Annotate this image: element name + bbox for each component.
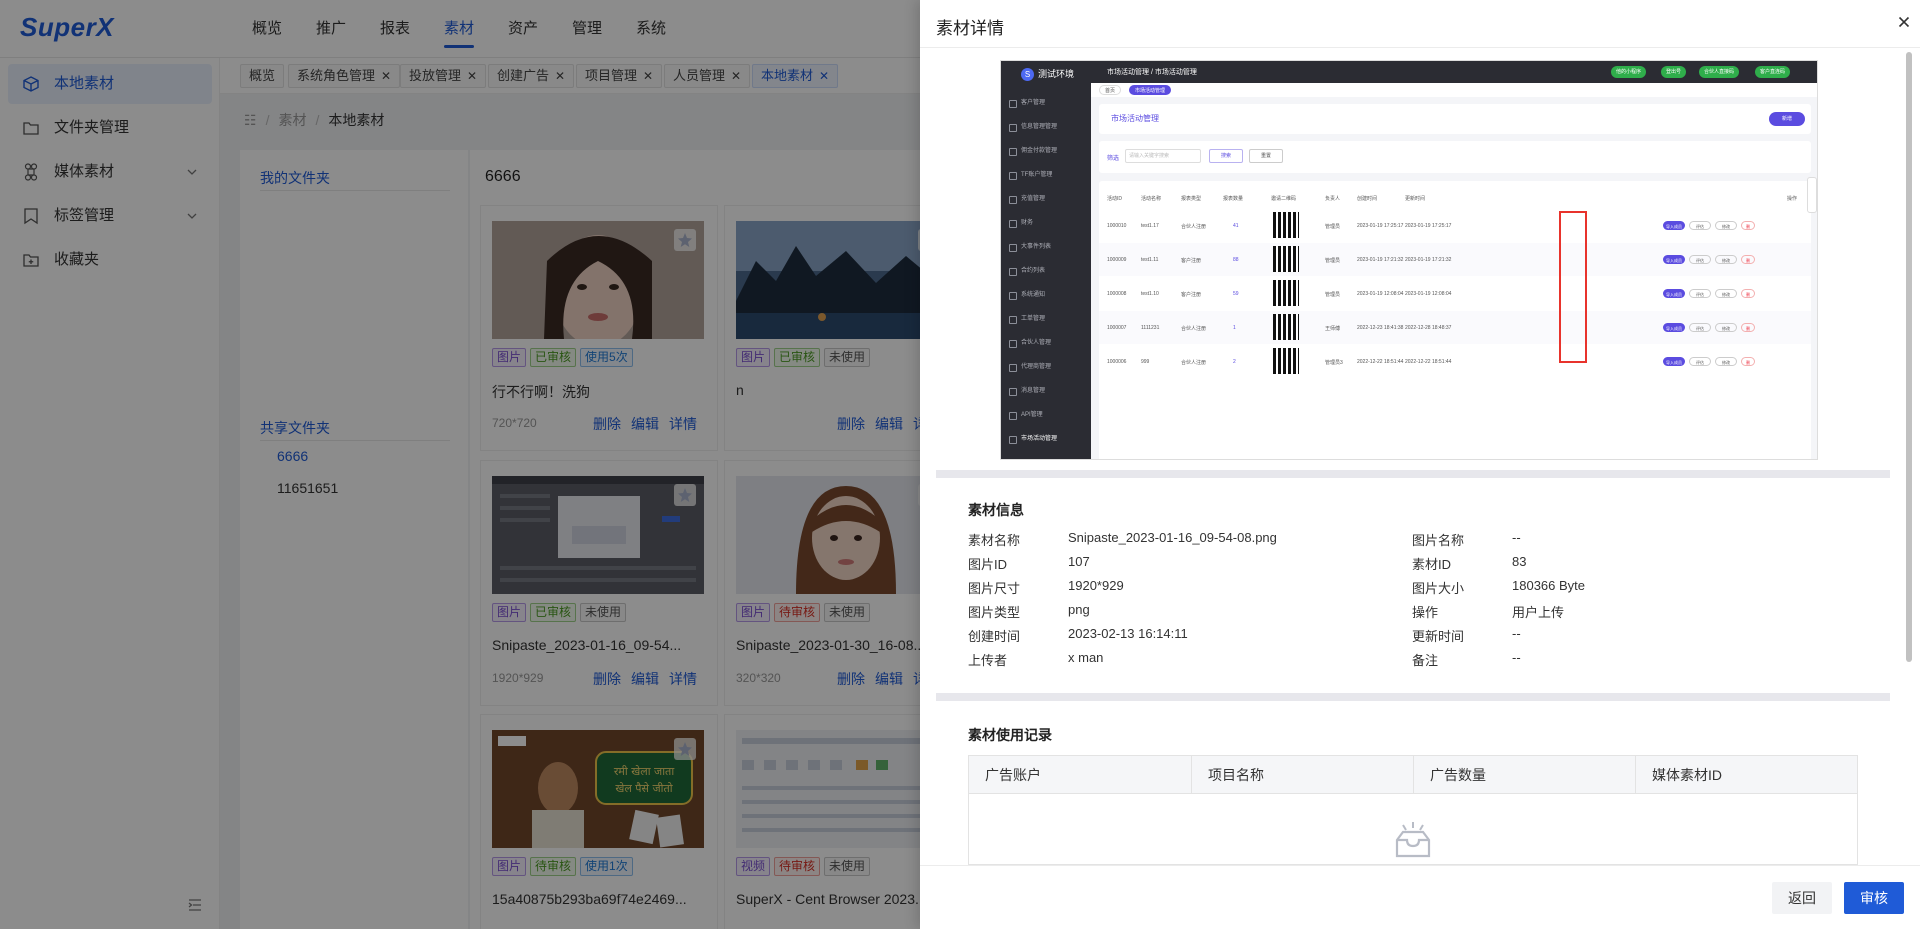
preview-col: 活动名称 <box>1141 196 1162 202</box>
modal-overlay[interactable] <box>0 0 920 929</box>
preview-topbar: 市场活动管理 / 市场活动管理 他的小程序 登出号 合伙人直接码 客户直连码 <box>1091 61 1817 83</box>
usage-section-title: 素材使用记录 <box>968 727 1052 743</box>
info-value: x man <box>1068 650 1104 665</box>
preview-search-button: 搜索 <box>1209 149 1243 163</box>
preview-col: 操作 <box>1787 196 1798 202</box>
preview-col: 报表数量 <box>1223 196 1244 202</box>
preview-row: 1000009 test1.11 客户注册 88 管理员 2023-01-19 17:21… <box>1099 243 1811 276</box>
preview-menu-item: TF账户管理 <box>1009 169 1087 183</box>
preview-row: 1000008 test1.10 客户注册 59 管理员 2023-01-19 12:08… <box>1099 277 1811 310</box>
info-value: 180366 Byte <box>1512 578 1586 593</box>
info-value: -- <box>1512 626 1521 641</box>
preview-menu-item: 合伙人管理 <box>1009 337 1087 351</box>
preview-menu-item: 客户管理 <box>1009 97 1087 111</box>
preview-col: 负责人 <box>1325 196 1341 202</box>
preview-pill: 合伙人直接码 <box>1699 66 1740 78</box>
info-label: 操作 <box>1412 605 1439 620</box>
preview-menu-item: 工单管理 <box>1009 313 1087 327</box>
divider <box>920 47 1920 48</box>
preview-menu-item: 消息管理 <box>1009 385 1087 399</box>
info-value: 1920*929 <box>1068 578 1124 593</box>
column-header: 广告账户 <box>969 756 1192 794</box>
preview-menu-item: 佣金付款管理 <box>1009 145 1087 159</box>
preview-tab: 市场活动管理 <box>1129 85 1172 95</box>
info-label: 更新时间 <box>1412 629 1465 644</box>
preview-menu-item: 合约列表 <box>1009 265 1087 279</box>
info-label: 上传者 <box>968 653 1008 668</box>
column-header: 媒体素材ID <box>1636 756 1857 794</box>
info-label: 图片大小 <box>1412 581 1465 596</box>
back-button[interactable]: 返回 <box>1772 882 1832 914</box>
drawer-scrollbar[interactable] <box>1906 52 1912 662</box>
preview-col: 更新时间 <box>1405 196 1426 202</box>
preview-menu-item: 信息管理管理 <box>1009 121 1087 135</box>
preview-menu-item: 充值管理 <box>1009 193 1087 207</box>
preview-filter-label: 筛选 <box>1107 156 1120 162</box>
info-label: 创建时间 <box>968 629 1021 644</box>
preview-row: 1000007 1111231 合伙人注册 1 王师傅 2022-12-23 18:41:… <box>1099 311 1811 344</box>
drawer-title: 素材详情 <box>936 19 1004 38</box>
preview-menu-item: 财务 <box>1009 217 1087 231</box>
preview-menu-item: 系统通知 <box>1009 289 1087 303</box>
preview-page-title: 市场活动管理 <box>1111 114 1159 123</box>
preview-menu-item: 大事件列表 <box>1009 241 1087 255</box>
info-label: 备注 <box>1412 653 1439 668</box>
preview-page-header: 市场活动管理 新增 <box>1099 104 1811 134</box>
review-button[interactable]: 审核 <box>1844 882 1904 914</box>
preview-logo: S 测试环境 <box>1021 67 1074 81</box>
column-header: 广告数量 <box>1414 756 1636 794</box>
material-detail-drawer: 素材详情 S 测试环境 客户管理 信息管理管理 佣金付款管理 TF账户管理 充值管… <box>920 0 1920 929</box>
preview-menu-item: API管理 <box>1009 409 1087 423</box>
section-divider <box>936 470 1890 478</box>
preview-table: 活动ID 活动名称 报表类型 报表数量 邀请二维码 负责人 创建时间 更新时间 … <box>1099 181 1811 459</box>
material-preview-image[interactable]: S 测试环境 客户管理 信息管理管理 佣金付款管理 TF账户管理 充值管理 财务 … <box>1000 60 1818 460</box>
info-label: 图片ID <box>968 557 1008 572</box>
info-label: 图片尺寸 <box>968 581 1021 596</box>
drawer-footer: 返回 审核 <box>920 865 1920 929</box>
info-value: 用户上传 <box>1512 605 1565 620</box>
preview-menu-item: 市场活动管理 <box>1009 433 1087 447</box>
preview-col: 邀请二维码 <box>1271 196 1297 202</box>
preview-reset-button: 重置 <box>1249 149 1283 163</box>
section-divider <box>936 693 1890 701</box>
close-icon[interactable] <box>1896 14 1912 30</box>
preview-tabs: 首页 市场活动管理 <box>1091 83 1817 97</box>
info-value: 83 <box>1512 554 1527 569</box>
preview-float-widget <box>1807 177 1817 213</box>
preview-breadcrumb: 市场活动管理 / 市场活动管理 <box>1107 69 1197 76</box>
info-value: -- <box>1512 530 1521 545</box>
preview-filter-input: 请输入关键字搜索 <box>1125 149 1201 163</box>
preview-pill: 客户直连码 <box>1755 66 1791 78</box>
info-section-title: 素材信息 <box>968 502 1024 518</box>
preview-pill: 他的小程序 <box>1611 66 1647 78</box>
info-value: 107 <box>1068 554 1090 569</box>
column-header: 项目名称 <box>1192 756 1414 794</box>
preview-col: 报表类型 <box>1181 196 1202 202</box>
usage-table: 广告账户 项目名称 广告数量 媒体素材ID <box>968 755 1858 865</box>
info-label: 素材ID <box>1412 557 1452 572</box>
preview-menu-item: 代理商管理 <box>1009 361 1087 375</box>
info-value: Snipaste_2023-01-16_09-54-08.png <box>1068 530 1277 545</box>
preview-sidebar: S 测试环境 客户管理 信息管理管理 佣金付款管理 TF账户管理 充值管理 财务 … <box>1001 61 1091 459</box>
info-value: 2023-02-13 16:14:11 <box>1068 626 1188 641</box>
info-value: png <box>1068 602 1090 617</box>
preview-row: 1000010 test1.17 合伙人注册 41 管理员 2023-01-19 17:2… <box>1099 209 1811 242</box>
preview-col: 活动ID <box>1107 196 1123 202</box>
preview-tab: 首页 <box>1099 85 1122 95</box>
info-label: 图片名称 <box>1412 533 1465 548</box>
empty-inbox-icon <box>1395 822 1431 858</box>
preview-highlight-box <box>1559 211 1587 363</box>
preview-filter: 筛选 请输入关键字搜索 搜索 重置 <box>1099 141 1811 173</box>
preview-pill: 登出号 <box>1661 66 1687 78</box>
preview-add-button: 新增 <box>1769 112 1805 126</box>
preview-row: 1000006 999 合伙人注册 2 管理员3 2022-12-22 18:51:44 2… <box>1099 345 1811 378</box>
info-value: -- <box>1512 650 1521 665</box>
preview-col: 创建时间 <box>1357 196 1378 202</box>
info-label: 图片类型 <box>968 605 1021 620</box>
info-label: 素材名称 <box>968 533 1021 548</box>
